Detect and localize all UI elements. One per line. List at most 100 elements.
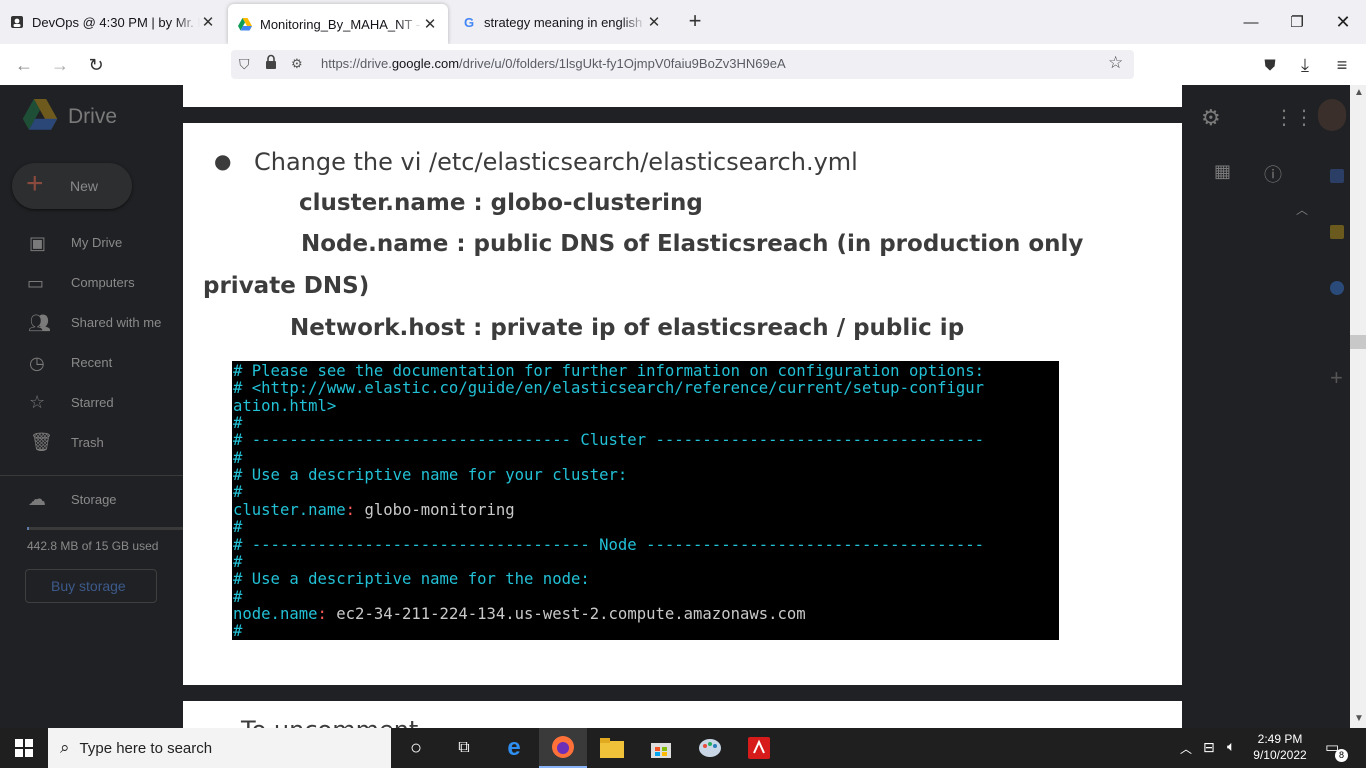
cloud-icon: ☁	[28, 489, 46, 509]
terminal-line: node.name: ec2-34-211-224-134.us-west-2.…	[233, 604, 806, 623]
add-addon-icon[interactable]: +	[1330, 365, 1343, 391]
plus-icon: +	[26, 167, 44, 200]
url-text[interactable]: https://drive.google.com/drive/u/0/folde…	[321, 56, 786, 71]
search-icon: ⌕	[60, 738, 70, 757]
grid-view-icon[interactable]: ▦	[1214, 161, 1231, 182]
edge-icon[interactable]: e	[490, 728, 538, 768]
storage-bar	[27, 527, 183, 530]
terminal-line: #	[233, 414, 243, 433]
close-tab-icon[interactable]: ✕	[200, 13, 216, 31]
terminal-line: #	[233, 518, 243, 537]
tasks-icon[interactable]	[1330, 281, 1344, 295]
bookmark-star-icon[interactable]: ☆	[1108, 53, 1123, 73]
new-button[interactable]: + New	[12, 163, 132, 209]
cluster-name-line: cluster.name : globo-clustering	[299, 190, 703, 216]
browser-tab-devops[interactable]: DevOps @ 4:30 PM | by Mr. Mahesh ✕	[0, 0, 226, 44]
menu-icon[interactable]: ≡	[1329, 52, 1355, 78]
nav-my-drive[interactable]: My Drive	[71, 235, 122, 250]
node-name-line: Node.name : public DNS of Elasticsreach …	[301, 231, 1084, 257]
pocket-icon[interactable]: ⛊	[1257, 52, 1283, 78]
lock-icon[interactable]	[265, 54, 277, 75]
profile-icon	[10, 15, 24, 29]
reload-icon[interactable]: ↻	[83, 52, 109, 78]
clock-time: 2:49 PM	[1257, 732, 1303, 746]
volume-icon[interactable]: 🔈︎	[1227, 738, 1235, 755]
notification-badge: 8	[1335, 749, 1348, 762]
tray-chevron-icon[interactable]: ︿	[1180, 740, 1192, 757]
nav-shared[interactable]: Shared with me	[71, 315, 161, 330]
back-icon[interactable]: ←	[11, 52, 37, 78]
terminal-line: #	[233, 448, 243, 467]
terminal-line: # Please see the documentation for furth…	[233, 362, 985, 380]
next-page: To uncomment	[183, 701, 1182, 728]
shared-icon: 👥︎	[28, 313, 51, 333]
close-tab-icon[interactable]: ✕	[422, 15, 438, 33]
restore-icon[interactable]: ❐	[1274, 0, 1320, 44]
network-icon[interactable]: ⊟	[1203, 739, 1215, 756]
minimize-icon[interactable]: —	[1228, 0, 1274, 44]
terminal-line: # Use a descriptive name for the node:	[233, 570, 590, 589]
vertical-scrollbar[interactable]: ▲ ▼	[1350, 85, 1366, 728]
network-host-line: Network.host : private ip of elasticsrea…	[290, 315, 965, 341]
scroll-up-icon[interactable]: ▲	[1354, 87, 1364, 98]
terminal-line: #	[233, 552, 243, 571]
terminal-line: ation.html>	[233, 396, 337, 415]
nav-computers[interactable]: Computers	[71, 275, 135, 290]
node-name-line-continued: private DNS)	[203, 273, 370, 299]
settings-icon[interactable]: ⚙	[1201, 105, 1221, 131]
nav-trash[interactable]: Trash	[71, 435, 104, 450]
browser-tab-search[interactable]: G strategy meaning in english - Google S…	[452, 0, 672, 44]
firefox-icon[interactable]	[539, 728, 587, 768]
storage-used-text: 442.8 MB of 15 GB used	[27, 539, 159, 553]
cortana-icon[interactable]: ○	[392, 728, 440, 768]
avatar[interactable]	[1318, 99, 1346, 131]
windows-taskbar: ⌕ Type here to search ○ ⧉ e ︿ ⊟ 🔈︎ 2:49 …	[0, 728, 1366, 768]
google-icon: G	[463, 14, 475, 30]
terminal-line: #	[233, 587, 243, 606]
store-icon[interactable]	[637, 728, 685, 768]
shield-icon[interactable]: ⛉	[239, 56, 250, 73]
forward-icon[interactable]: →	[47, 52, 73, 78]
recent-icon: ◷	[29, 353, 45, 373]
windows-start-icon[interactable]	[0, 728, 48, 768]
scroll-thumb[interactable]	[1350, 335, 1366, 349]
terminal-line: # <http://www.elastic.co/guide/en/elasti…	[233, 379, 985, 398]
buy-storage-button[interactable]: Buy storage	[25, 569, 157, 603]
paint-icon[interactable]	[686, 728, 734, 768]
clock[interactable]: 2:49 PM 9/10/2022	[1248, 731, 1312, 763]
nav-starred[interactable]: Starred	[71, 395, 114, 410]
close-tab-icon[interactable]: ✕	[646, 13, 662, 31]
keep-icon[interactable]	[1330, 225, 1344, 239]
apps-grid-icon[interactable]: ⋮⋮	[1274, 105, 1314, 130]
tab-title: Monitoring_By_MAHA_NT - Google Drive	[260, 16, 422, 32]
browser-tab-drive[interactable]: Monitoring_By_MAHA_NT - Google Drive ✕	[228, 4, 448, 44]
computers-icon: ▭	[27, 273, 45, 293]
scroll-down-icon[interactable]: ▼	[1354, 713, 1364, 724]
acrobat-icon[interactable]	[735, 728, 783, 768]
terminal-line: # ------------------------------------ N…	[233, 535, 985, 554]
taskbar-search-box[interactable]: ⌕ Type here to search	[48, 728, 391, 768]
browser-toolbar: ← → ↻ ⛉ ⚙ https://drive.google.com/drive…	[0, 44, 1366, 86]
close-window-icon[interactable]: ✕	[1320, 0, 1366, 44]
address-bar[interactable]: ⛉ ⚙ https://drive.google.com/drive/u/0/f…	[231, 50, 1134, 79]
bullet: ●	[214, 149, 232, 173]
my-drive-icon: ▣	[29, 233, 47, 253]
task-view-icon[interactable]: ⧉	[440, 728, 488, 768]
tab-title: DevOps @ 4:30 PM | by Mr. Mahesh	[32, 14, 200, 30]
chevron-up-icon[interactable]: ︿	[1296, 201, 1308, 218]
info-icon[interactable]: ⓘ	[1264, 161, 1282, 187]
instruction-line: Change the vi /etc/elasticsearch/elastic…	[254, 148, 858, 176]
download-icon[interactable]: ⤓	[1292, 52, 1318, 78]
nav-recent[interactable]: Recent	[71, 355, 112, 370]
terminal-line: #	[233, 622, 243, 640]
clock-date: 9/10/2022	[1253, 748, 1307, 762]
browser-tab-strip: DevOps @ 4:30 PM | by Mr. Mahesh ✕ Monit…	[0, 0, 1366, 44]
calendar-icon[interactable]	[1330, 169, 1344, 183]
permissions-icon[interactable]: ⚙	[291, 56, 303, 72]
terminal-line: #	[233, 483, 243, 502]
google-drive-icon	[238, 17, 252, 31]
new-tab-button[interactable]: +	[684, 10, 706, 34]
previous-page-fragment	[183, 85, 1182, 107]
terminal-line: # ---------------------------------- Clu…	[233, 431, 985, 450]
file-explorer-icon[interactable]	[588, 728, 636, 768]
